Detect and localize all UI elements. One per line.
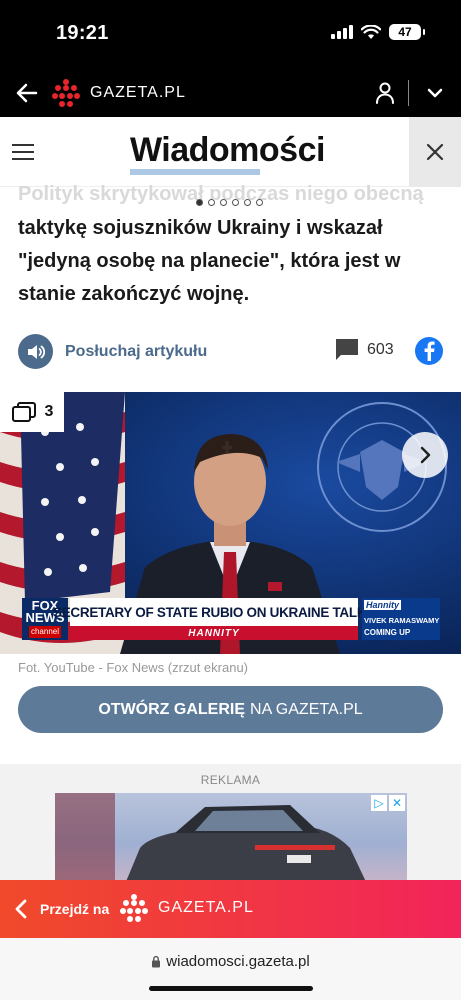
comments-button[interactable]: 603 [335, 338, 394, 361]
listen-label: Posłuchaj artykułu [65, 342, 208, 360]
brand-name: GAZETA.PL [90, 84, 186, 101]
header-dropdown-button[interactable] [420, 78, 450, 108]
lock-icon [152, 955, 161, 968]
carousel-dots[interactable] [196, 199, 263, 206]
go-to-gazeta-banner[interactable]: Przejdź na GAZETA.PL [0, 880, 461, 938]
comment-icon [336, 339, 358, 360]
ad-close-icon[interactable]: ✕ [389, 795, 405, 811]
header-divider [408, 80, 409, 106]
site-nav: Wiadomości [0, 117, 461, 187]
arrow-left-icon [16, 83, 38, 103]
home-indicator[interactable] [149, 986, 313, 991]
status-icons: 47 [331, 24, 425, 40]
adchoices-icon[interactable]: ▷ [371, 795, 387, 811]
battery-indicator: 47 [389, 24, 425, 40]
gallery-next-button[interactable] [402, 432, 448, 478]
listen-article-button[interactable]: Posłuchaj artykułu [18, 334, 207, 369]
gallery-photo-count: 3 [0, 392, 64, 432]
menu-button[interactable] [12, 139, 40, 165]
url-text: wiadomosci.gazeta.pl [166, 953, 310, 970]
chyron-coming-up: Hannity VIVEK RAMASWAMY COMING UP [362, 598, 440, 640]
close-icon [426, 143, 444, 161]
cellular-signal-icon [331, 25, 353, 39]
chyron-show: HANNITY [70, 626, 358, 640]
url-display[interactable]: wiadomosci.gazeta.pl [0, 953, 461, 970]
tv-chyron: FOX NEWS channel SECRETARY OF STATE RUBI… [22, 598, 440, 640]
gallery-image[interactable]: 3 FOX NEWS channel SECRETARY OF STATE RU… [0, 392, 461, 654]
open-gallery-bold: OTWÓRZ GALERIĘ [98, 700, 246, 718]
user-icon [376, 82, 394, 104]
open-gallery-button[interactable]: OTWÓRZ GALERIĘ NA GAZETA.PL [18, 686, 443, 733]
facebook-icon [424, 341, 435, 361]
comments-count: 603 [367, 340, 394, 358]
chevron-left-icon [15, 899, 27, 919]
chyron-headline: SECRETARY OF STATE RUBIO ON UKRAINE TALK… [53, 598, 375, 626]
photo-caption: Fot. YouTube - Fox News (zrzut ekranu) [18, 660, 249, 675]
open-gallery-rest: NA GAZETA.PL [250, 700, 363, 718]
ad-choices[interactable]: ▷ ✕ [371, 795, 405, 811]
section-title[interactable]: Wiadomości [130, 131, 325, 170]
banner-brand-name: GAZETA.PL [158, 899, 254, 916]
app-header: GAZETA.PL [0, 68, 461, 117]
wifi-icon [361, 24, 381, 39]
browser-url-bar[interactable]: wiadomosci.gazeta.pl [0, 938, 461, 1000]
chevron-down-icon [427, 88, 443, 98]
status-time: 19:21 [56, 22, 109, 44]
ad-area: REKLAMA ▷ ✕ [0, 764, 461, 884]
ad-creative[interactable]: ▷ ✕ [55, 793, 407, 884]
gazeta-dots-icon [52, 79, 80, 107]
back-button[interactable] [12, 78, 42, 108]
gazeta-dots-icon [120, 894, 148, 922]
article-lead: taktykę sojuszników Ukrainy i wskazał "j… [18, 217, 401, 305]
status-bar: 19:21 47 [0, 0, 461, 68]
car-ad-image [55, 793, 367, 884]
banner-brand: GAZETA.PL [120, 894, 254, 922]
brand-logo[interactable]: GAZETA.PL [52, 78, 186, 108]
gallery-stack-icon [11, 402, 36, 422]
user-account-button[interactable] [370, 78, 400, 108]
facebook-share-button[interactable] [415, 337, 443, 365]
chevron-right-icon [420, 446, 431, 464]
speaker-icon [18, 334, 53, 369]
ad-label: REKLAMA [200, 773, 261, 787]
gallery-count-value: 3 [44, 403, 54, 420]
close-button[interactable] [409, 117, 461, 187]
go-label: Przejdź na [40, 901, 110, 917]
